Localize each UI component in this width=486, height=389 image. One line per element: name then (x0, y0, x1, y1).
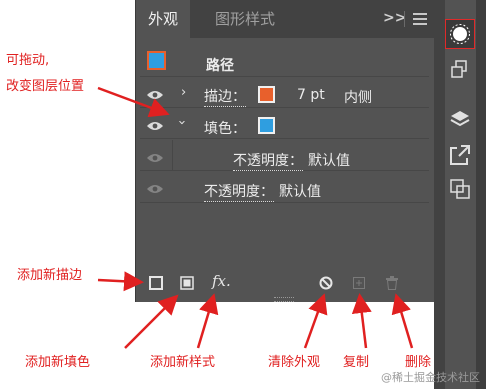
annotation-arrows (97, 86, 414, 349)
arrow-add-stroke (97, 271, 144, 292)
arrow-add-fill (124, 294, 179, 349)
watermark: @稀土掘金技术社区 (381, 371, 480, 384)
arrow-clear (303, 293, 328, 349)
arrow-drag (97, 86, 170, 118)
arrow-duplicate (351, 293, 372, 349)
arrow-delete (391, 293, 414, 349)
arrow-add-style (196, 293, 219, 349)
